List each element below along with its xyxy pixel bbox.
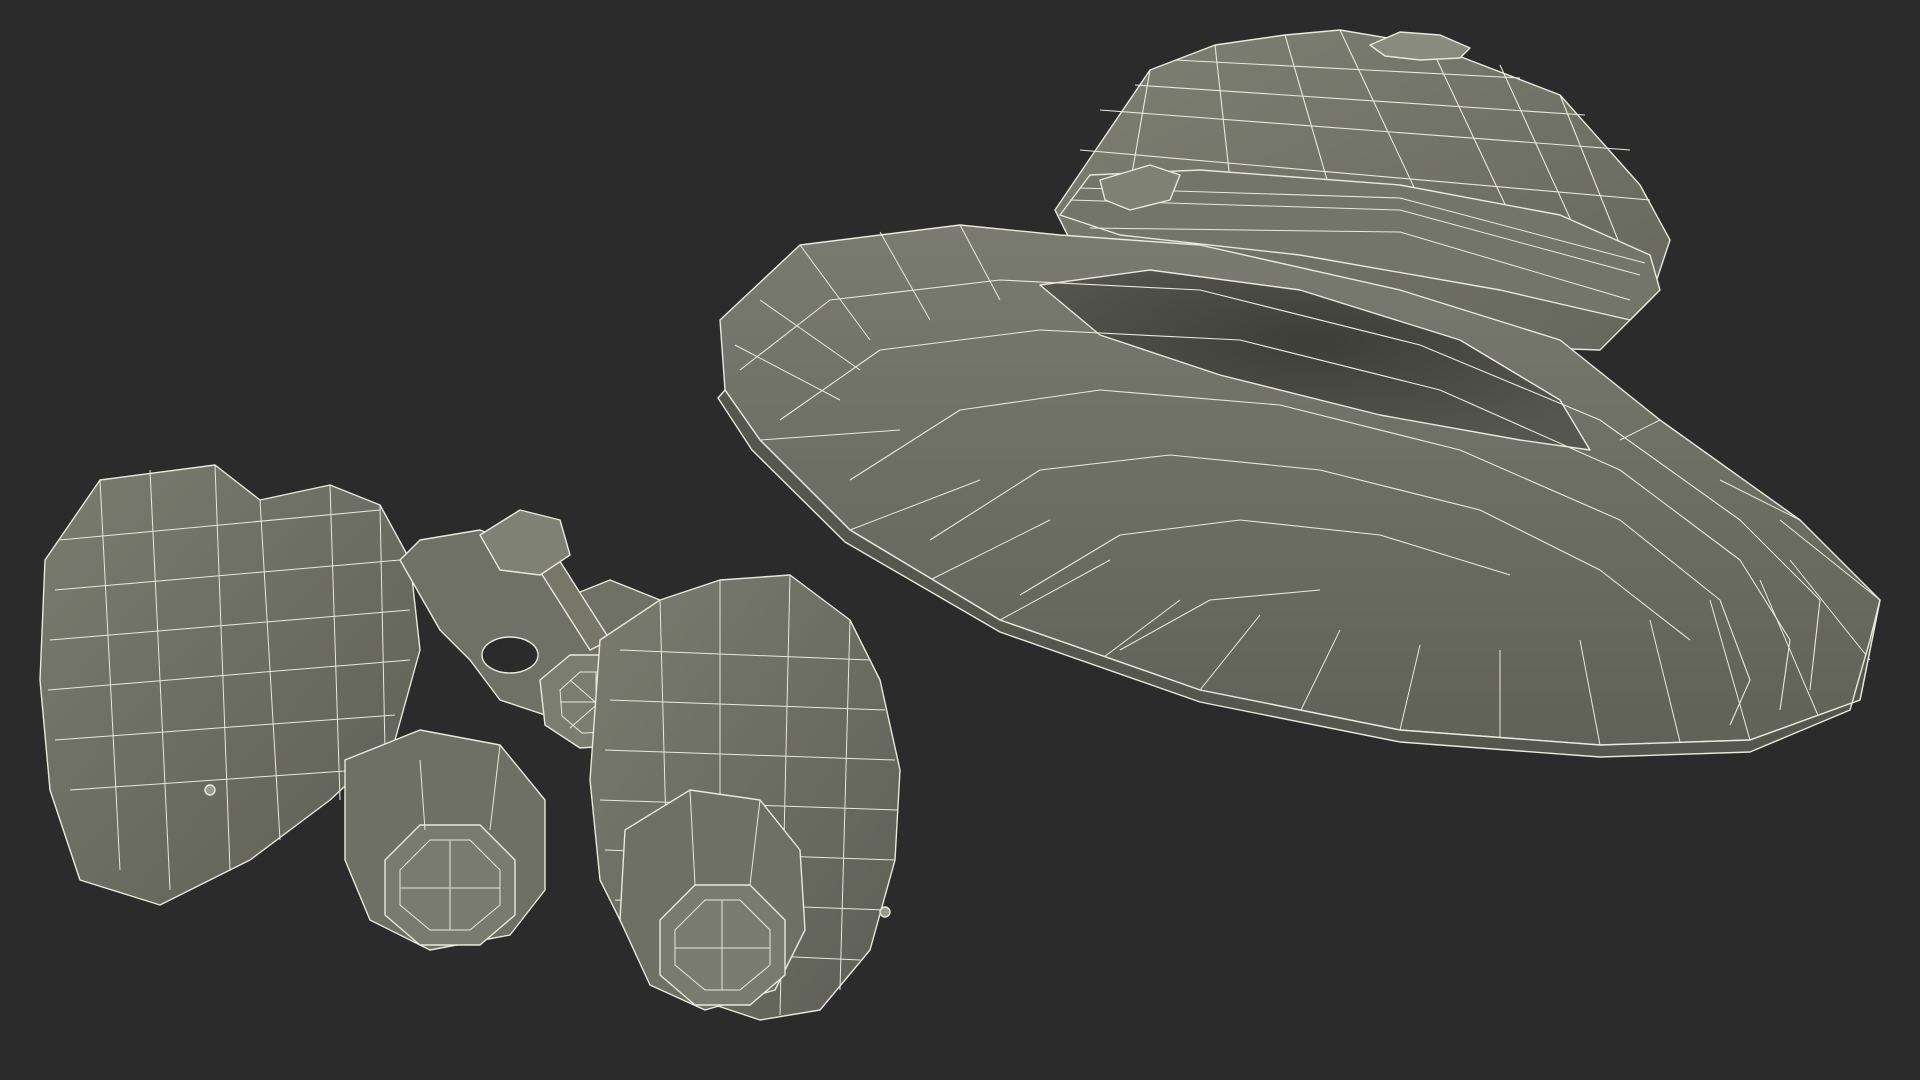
helmet-top-button	[1369, 31, 1471, 61]
binocular-bridge-hole	[481, 636, 539, 674]
render-viewport	[0, 0, 1920, 1080]
binocular-right-screw	[879, 906, 891, 918]
binoculars-model	[39, 464, 901, 1021]
binocular-left-screw	[204, 784, 216, 796]
pith-helmet-model	[717, 29, 1881, 758]
